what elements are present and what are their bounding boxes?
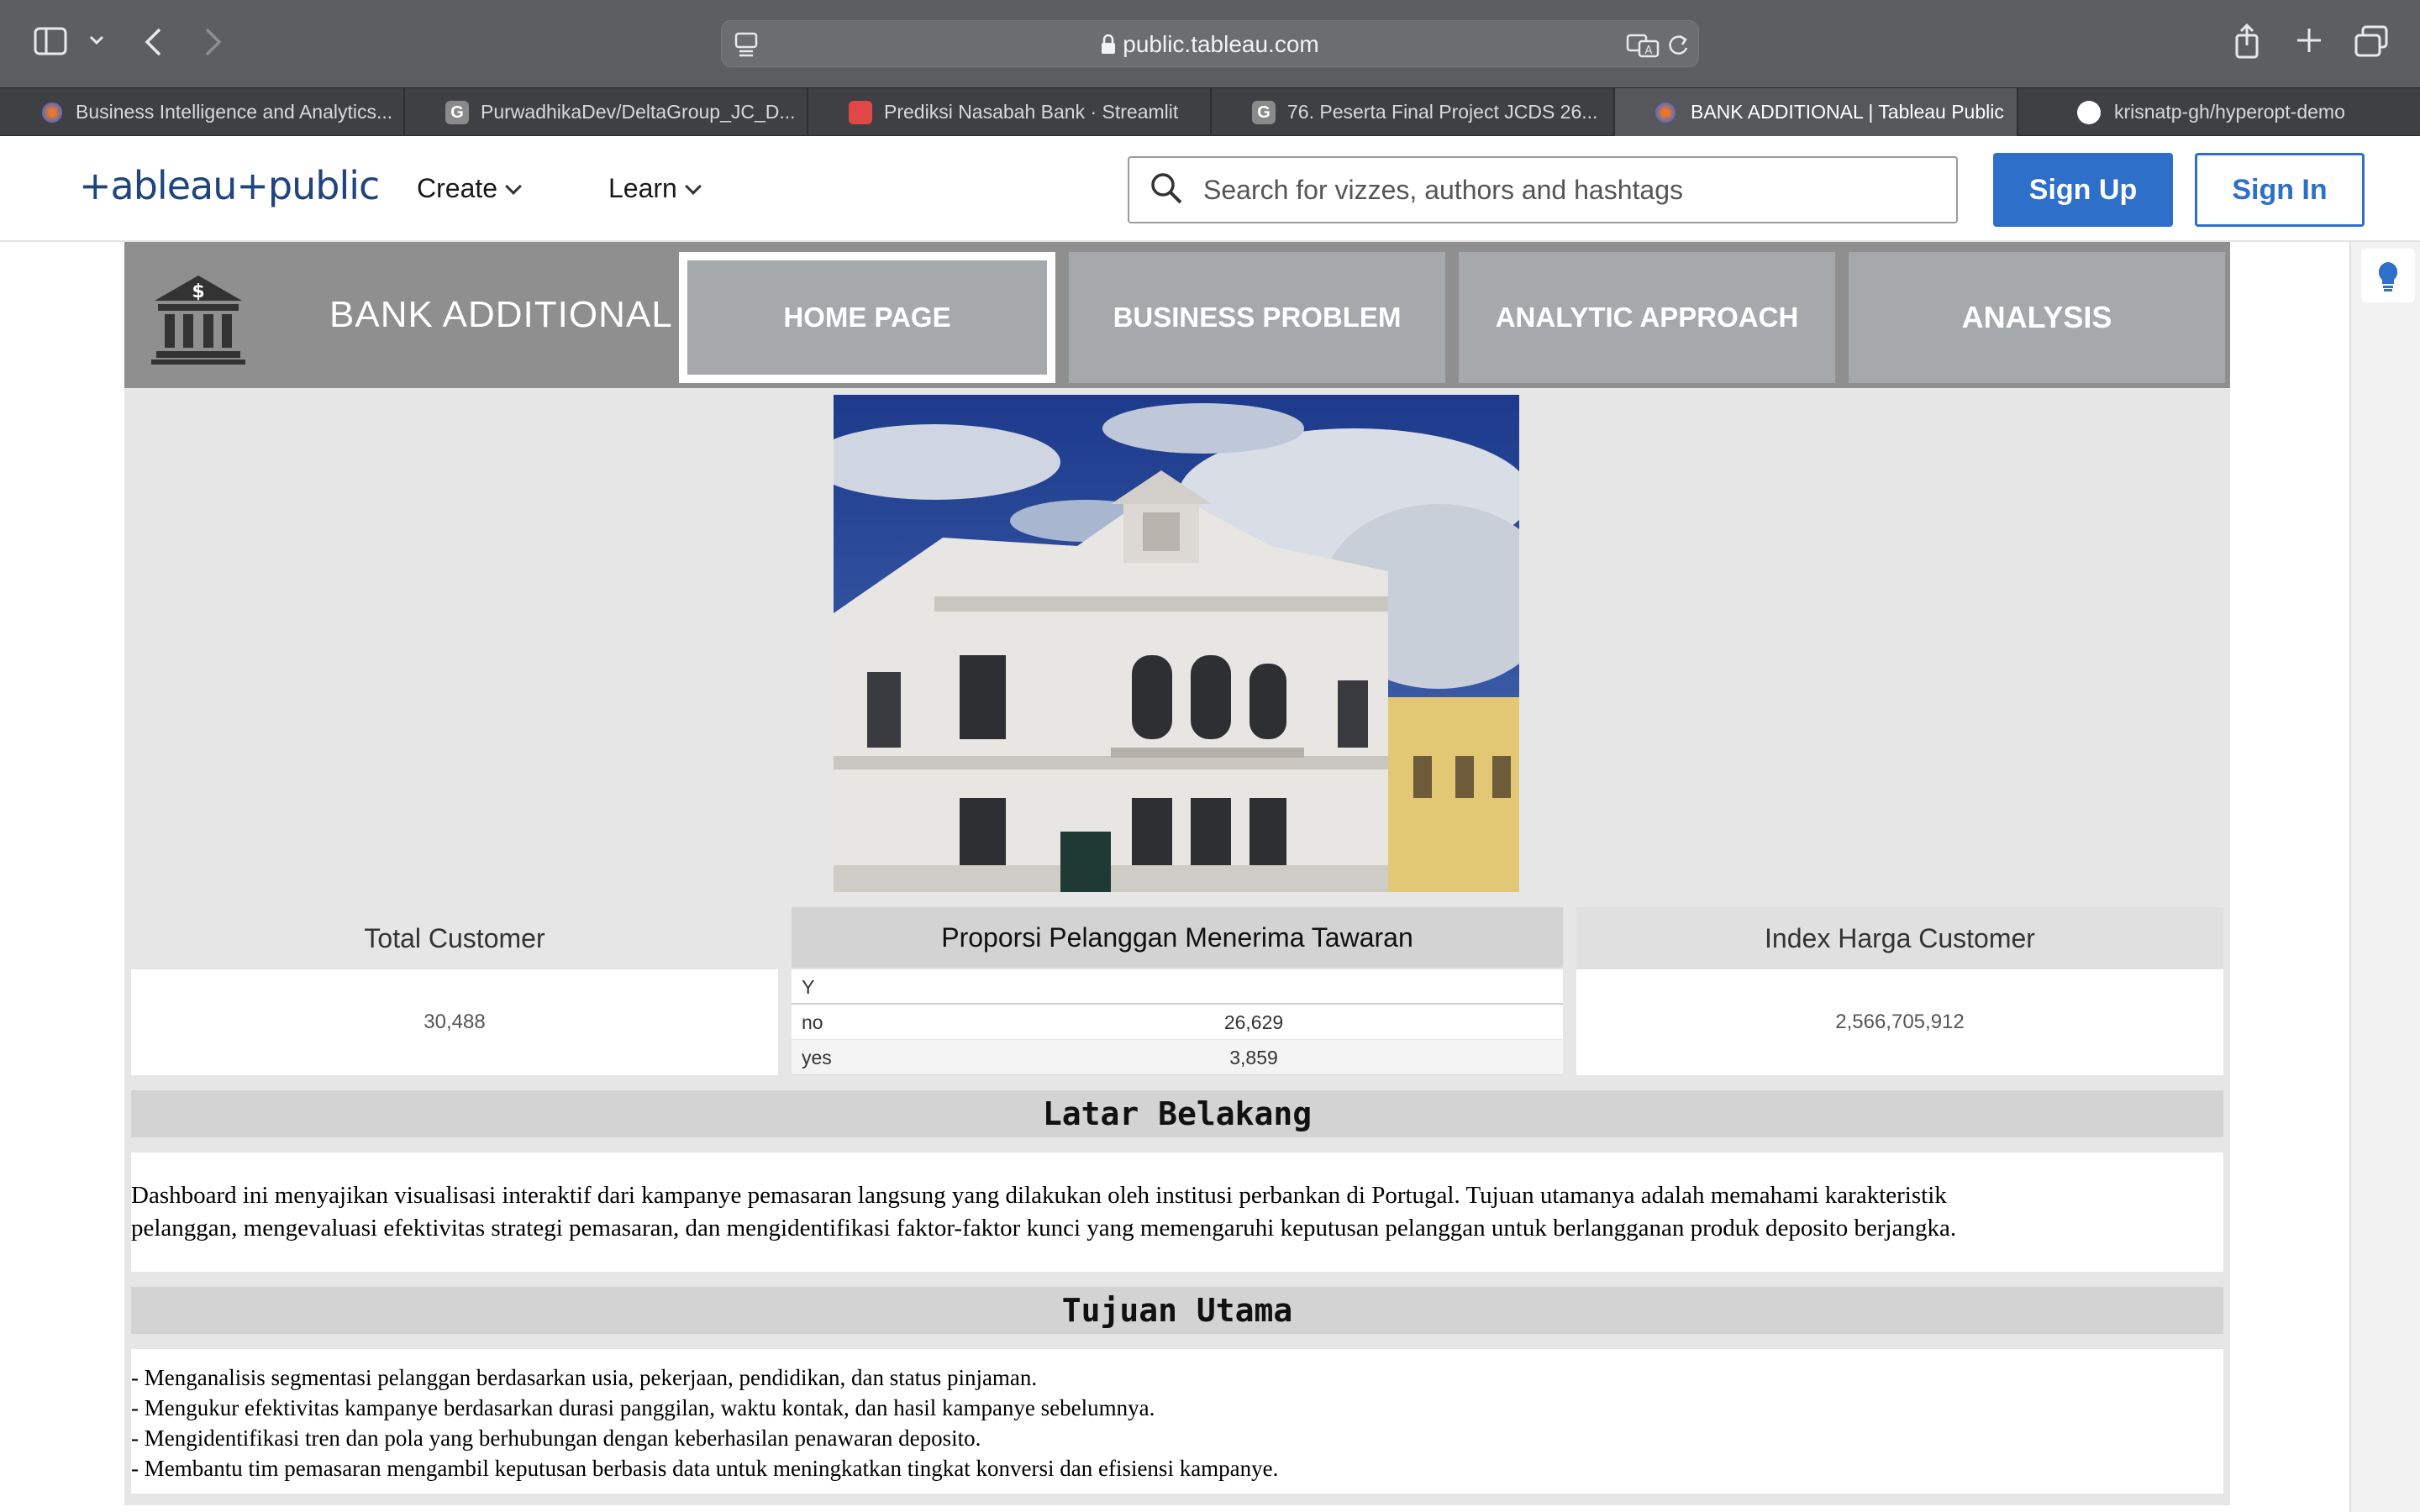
- new-tab-icon[interactable]: [2296, 27, 2323, 54]
- column-header: Y: [802, 976, 815, 998]
- url-text: public.tableau.com: [1123, 31, 1319, 57]
- logo-text: +ableau+public: [79, 163, 380, 208]
- forward-icon[interactable]: [203, 27, 224, 57]
- list-item: - Mengukur efektivitas kampanye berdasar…: [131, 1395, 1155, 1420]
- browser-tab-active[interactable]: BANK ADDITIONAL | Tableau Public: [1615, 88, 2018, 136]
- business-problem-button[interactable]: BUSINESS PROBLEM: [1069, 252, 1445, 383]
- tab-label: PurwadhikaDev/DeltaGroup_JC_D...: [481, 101, 796, 123]
- tab-label: BANK ADDITIONAL | Tableau Public: [1691, 101, 2004, 123]
- latar-belakang-line: pelanggan, mengevaluasi efektivitas stra…: [131, 1215, 1957, 1242]
- analytic-approach-button[interactable]: ANALYTIC APPROACH: [1459, 252, 1835, 383]
- index-harga-value: 2,566,705,912: [1576, 969, 2223, 1075]
- address-bar[interactable]: public.tableau.com A: [721, 20, 1699, 67]
- chevron-down-icon: [505, 178, 522, 195]
- tableau-favicon-icon: [40, 101, 64, 124]
- lightbulb-icon: [2378, 262, 2398, 291]
- nav-create[interactable]: Create: [417, 173, 522, 204]
- total-customer-value: 30,488: [131, 969, 778, 1075]
- right-rail: [2349, 242, 2420, 1512]
- dashboard-title: BANK ADDITIONAL: [329, 294, 673, 335]
- tab-label: 76. Peserta Final Project JCDS 26...: [1287, 101, 1598, 123]
- nav-learn-label: Learn: [608, 173, 677, 203]
- home-page-button[interactable]: HOME PAGE: [679, 252, 1055, 383]
- site-header: +ableau+public Create Learn Search for v…: [0, 136, 2420, 242]
- tableau-favicon-icon: [1654, 101, 1677, 124]
- github-g-favicon-icon: G: [445, 101, 469, 124]
- analysis-button[interactable]: ANALYSIS: [1849, 252, 2225, 383]
- row-label: no: [802, 1011, 823, 1033]
- reload-icon[interactable]: [1666, 33, 1690, 58]
- list-item: - Menganalisis segmentasi pelanggan berd…: [131, 1365, 1038, 1390]
- bank-building-photo: [834, 395, 1519, 892]
- browser-tab[interactable]: Business Intelligence and Analytics...: [0, 88, 405, 136]
- proporsi-table: Y no 26,629 yes 3,859: [792, 969, 1563, 1075]
- share-icon[interactable]: [2233, 24, 2260, 59]
- tujuan-utama-title: Tujuan Utama: [131, 1287, 2223, 1334]
- dashboard-header: $ BANK ADDITIONAL HOME PAGE BUSINESS PRO…: [124, 242, 2230, 388]
- browser-tab[interactable]: krisnatp-gh/hyperopt-demo: [2018, 88, 2420, 136]
- total-customer-title: Total Customer: [364, 923, 545, 953]
- browser-tab[interactable]: G 76. Peserta Final Project JCDS 26...: [1212, 88, 1615, 136]
- nav-create-label: Create: [417, 173, 498, 203]
- search-icon: [1151, 173, 1182, 204]
- dashboard: $ BANK ADDITIONAL HOME PAGE BUSINESS PRO…: [124, 242, 2230, 1505]
- index-harga-title: Index Harga Customer: [1576, 907, 2223, 969]
- latar-belakang-text: Dashboard ini menyajikan visualisasi int…: [131, 1152, 2223, 1245]
- svg-text:$: $: [192, 281, 204, 302]
- latar-belakang-line: Dashboard ini menyajikan visualisasi int…: [131, 1182, 1947, 1209]
- latar-belakang-body: Dashboard ini menyajikan visualisasi int…: [131, 1152, 2223, 1272]
- row-value: 3,859: [1229, 1047, 1278, 1068]
- table-header-row: Y: [792, 969, 1563, 1005]
- sign-up-button[interactable]: Sign Up: [1993, 153, 2173, 227]
- chevron-down-icon[interactable]: [89, 35, 104, 45]
- url-field[interactable]: public.tableau.com: [722, 31, 1698, 58]
- sidebar-toggle-icon[interactable]: [34, 27, 67, 55]
- tab-label: Prediksi Nasabah Bank · Streamlit: [884, 101, 1179, 123]
- search-placeholder: Search for vizzes, authors and hashtags: [1203, 175, 1683, 205]
- list-item: - Membantu tim pemasaran mengambil keput…: [131, 1456, 1279, 1481]
- tableau-public-logo[interactable]: +ableau+public: [79, 163, 380, 208]
- browser-tab-bar: Business Intelligence and Analytics... G…: [0, 87, 2420, 136]
- table-row[interactable]: yes 3,859: [792, 1040, 1563, 1075]
- latar-belakang-title: Latar Belakang: [131, 1090, 2223, 1137]
- streamlit-favicon-icon: [849, 101, 872, 124]
- list-item: - Mengidentifikasi tren dan pola yang be…: [131, 1425, 981, 1451]
- row-value: 26,629: [1223, 1011, 1284, 1033]
- g-favicon-icon: G: [1252, 101, 1276, 124]
- tab-label: Business Intelligence and Analytics...: [76, 101, 393, 123]
- github-favicon-icon: [2077, 101, 2101, 124]
- tab-label: krisnatp-gh/hyperopt-demo: [2114, 101, 2345, 123]
- lightbulb-button[interactable]: [2361, 249, 2415, 302]
- proporsi-title: Proporsi Pelanggan Menerima Tawaran: [792, 907, 1563, 968]
- svg-text:A: A: [1645, 45, 1653, 57]
- chevron-down-icon: [684, 178, 702, 195]
- lock-icon: [1102, 34, 1116, 54]
- sign-in-button[interactable]: Sign In: [2195, 153, 2365, 227]
- back-icon[interactable]: [143, 27, 163, 57]
- browser-toolbar: public.tableau.com A: [0, 0, 2420, 87]
- translate-icon[interactable]: A: [1626, 33, 1660, 58]
- tab-overview-icon[interactable]: [2354, 25, 2388, 57]
- row-label: yes: [802, 1047, 832, 1068]
- search-input[interactable]: Search for vizzes, authors and hashtags: [1128, 156, 1958, 223]
- browser-tab[interactable]: G PurwadhikaDev/DeltaGroup_JC_D...: [405, 88, 808, 136]
- nav-learn[interactable]: Learn: [608, 173, 702, 204]
- table-row[interactable]: no 26,629: [792, 1005, 1563, 1040]
- browser-tab[interactable]: Prediksi Nasabah Bank · Streamlit: [808, 88, 1212, 136]
- tujuan-utama-body: - Menganalisis segmentasi pelanggan berd…: [131, 1349, 2223, 1494]
- bank-icon: $: [151, 276, 245, 365]
